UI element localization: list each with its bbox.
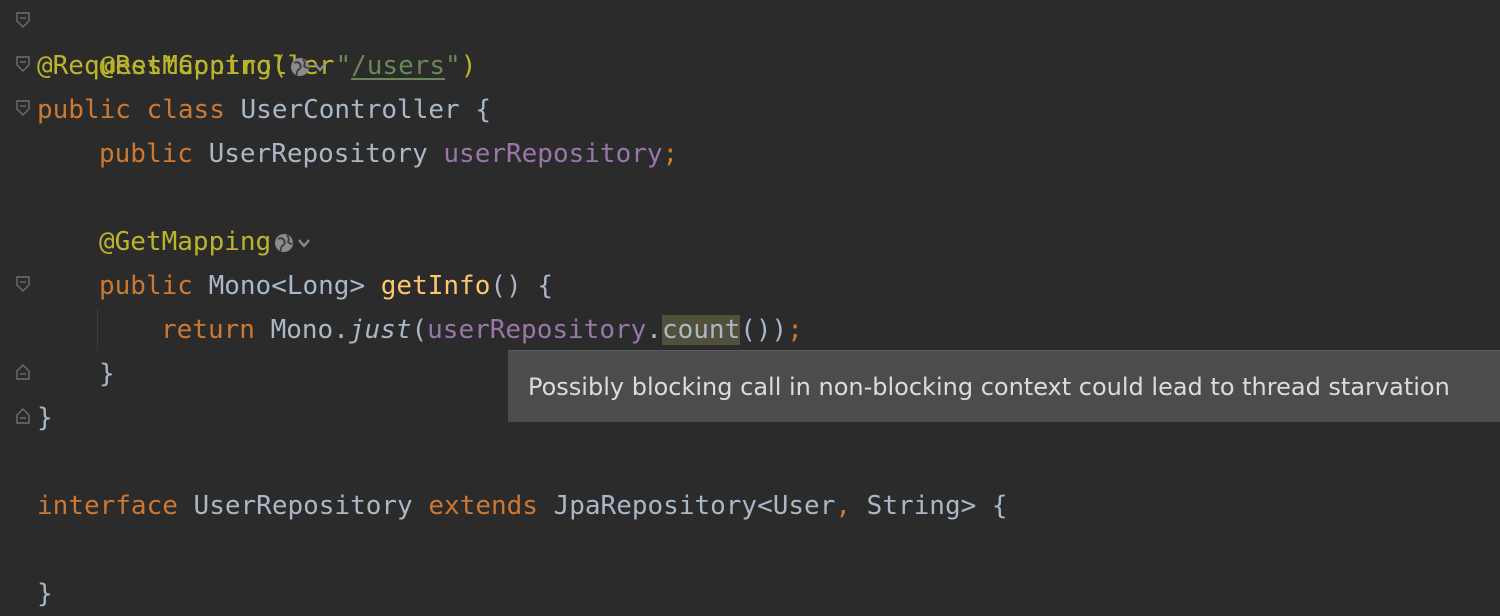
code-line-3[interactable]: public class UserController { [37,88,491,132]
class-ref: Mono. [270,315,349,345]
field-name: userRepository [443,139,663,169]
field-ref: userRepository [427,315,647,345]
generic-type: JpaRepository<User [553,491,836,521]
fold-marker-icon[interactable] [16,100,30,116]
fold-marker-icon[interactable] [16,56,30,72]
string-quote: " [445,51,461,81]
code-line-12[interactable]: interface UserRepository extends JpaRepo… [37,484,1008,528]
keyword-interface: interface [37,491,178,521]
indent-guide [97,308,98,350]
method-name: getInfo [380,271,491,301]
inspection-tooltip: Possibly blocking call in non-blocking c… [508,350,1500,422]
tooltip-message: Possibly blocking call in non-blocking c… [528,373,1450,401]
brace: { [475,95,491,125]
code-line-8[interactable]: return Mono.just(userRepository.count())… [161,308,803,352]
code-line-14[interactable]: } [37,572,53,616]
comma: , [835,491,852,521]
fold-marker-icon[interactable] [16,276,30,292]
keyword-class: class [146,95,225,125]
brace: { [991,491,1008,521]
code-line-10[interactable]: } [37,396,53,440]
type-name: UserRepository [208,139,428,169]
globe-icon[interactable] [273,230,317,256]
code-editor[interactable]: @RestController @RequestMapping( "/users"… [0,0,1500,609]
string-quote: " [335,51,352,81]
path-link[interactable]: /users [351,51,445,81]
static-call: just [348,315,412,345]
brace: } [99,359,115,389]
fold-marker-icon[interactable] [16,12,30,28]
code-line-6[interactable]: @GetMapping [99,220,319,264]
code-line-1[interactable]: @RestController [37,0,335,81]
dot: . [646,315,662,345]
class-name: UserController [240,95,460,125]
paren-close: ()) [740,315,788,345]
keyword-return: return [161,315,255,345]
annotation-token: @RequestMapping( [37,51,288,81]
keyword-public: public [99,271,193,301]
type-name: Mono<Long> [208,271,366,301]
annotation-close: ) [460,51,477,81]
brace: } [37,579,53,609]
code-line-9[interactable]: } [99,352,115,396]
annotation-token: @GetMapping [99,227,272,257]
keyword-extends: extends [428,491,538,521]
globe-icon[interactable] [289,54,333,80]
code-line-2[interactable]: @RequestMapping( "/users") [37,44,476,88]
fold-end-icon[interactable] [16,364,30,380]
semicolon: ; [662,139,679,169]
editor-gutter [0,0,34,600]
method-params: () { [490,271,553,301]
semicolon: ; [787,315,803,345]
paren: ( [411,315,428,345]
code-line-4[interactable]: public UserRepository userRepository; [99,132,678,176]
interface-name: UserRepository [193,491,413,521]
keyword-public: public [99,139,193,169]
generic-type: String> [866,491,977,521]
fold-end-icon[interactable] [16,408,30,424]
highlighted-blocking-call[interactable]: count [661,315,741,345]
keyword-public: public [37,95,131,125]
code-line-7[interactable]: public Mono<Long> getInfo() { [99,264,553,308]
brace: } [37,403,53,433]
